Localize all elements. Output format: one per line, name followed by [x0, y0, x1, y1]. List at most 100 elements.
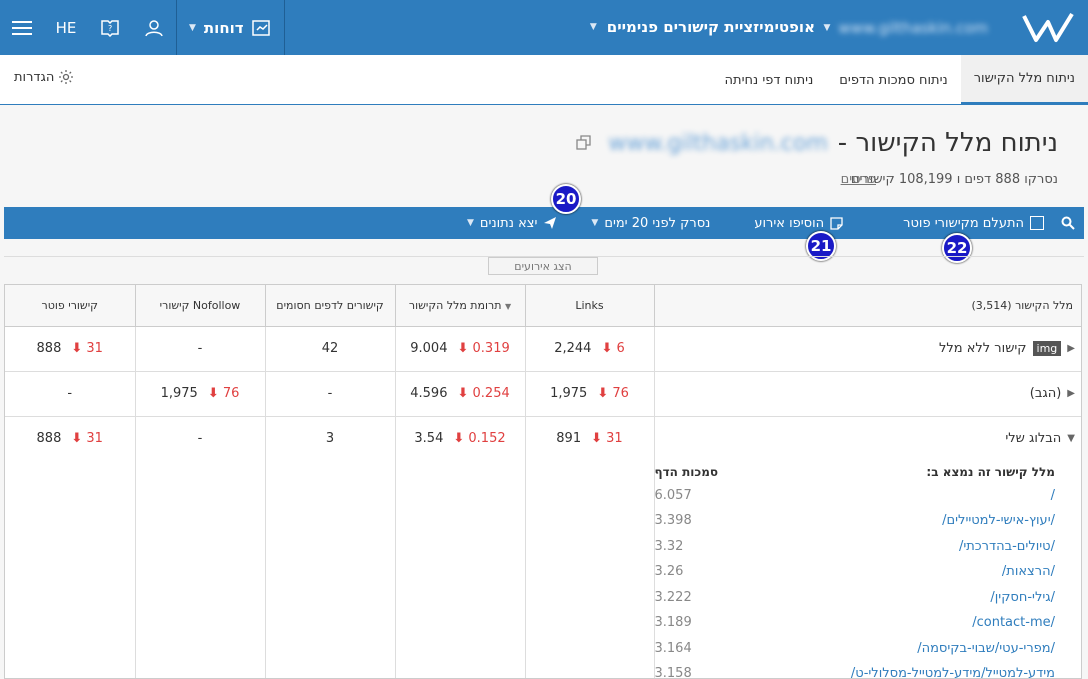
page-link[interactable]: /contact-me/ — [972, 615, 1055, 630]
footer-value: 888 — [36, 431, 62, 446]
tab-anchor-text[interactable]: ניתוח מלל הקישור — [960, 55, 1088, 105]
menu-icon[interactable] — [0, 0, 44, 55]
header-blocked[interactable]: קישורים לדפים חסומים — [265, 285, 396, 327]
links-delta: 31 — [606, 431, 623, 446]
site-name: www.gilthaskin.com — [838, 19, 988, 37]
anchor-name: (הגב) — [1029, 386, 1062, 401]
authority-score: 3.222 — [654, 589, 692, 605]
anchor-text-table: קישורי פוטר קישורי Nofollow קישורים לדפי… — [4, 284, 1082, 679]
page-link[interactable]: / — [1051, 488, 1055, 503]
table-row[interactable]: - 1,975 ⬇ 76 - 4.596 ⬇ 0.254 1,975 ⬇ 76 ▶ (… — [5, 371, 1081, 417]
authority-score: 3.164 — [654, 640, 692, 656]
blocked-value: - — [327, 386, 333, 401]
down-arrow-icon: ⬇ — [453, 431, 465, 446]
language-switch[interactable]: HE — [44, 0, 88, 55]
help-book-icon[interactable]: ? — [88, 0, 132, 55]
user-icon[interactable] — [132, 0, 176, 55]
contribution-delta: 0.152 — [468, 431, 506, 446]
collapse-icon[interactable]: ▼ — [1067, 433, 1075, 444]
links-value: 1,975 — [550, 386, 588, 401]
down-arrow-icon: ⬇ — [601, 341, 613, 356]
authority-score: 3.189 — [654, 615, 692, 631]
tab-page-authority[interactable]: ניתוח סמכות הדפים — [826, 55, 960, 105]
down-arrow-icon: ⬇ — [71, 341, 83, 356]
authority-score: 3.32 — [654, 538, 684, 554]
chevron-down-icon: ▼ — [823, 23, 831, 33]
expand-icon[interactable]: ▶ — [1067, 343, 1075, 354]
details-link[interactable]: פרטים — [841, 172, 876, 187]
contribution-delta: 0.319 — [472, 341, 510, 356]
export-button[interactable]: יצא נתונים ▼ — [457, 216, 567, 231]
table-row[interactable]: 888 ⬇ 31 - 42 9.004 ⬇ 0.319 2,244 ⬇ 6 ▶ img… — [5, 326, 1081, 372]
divider — [283, 0, 285, 55]
tab-landing-pages[interactable]: ניתוח דפי נחיתה — [712, 55, 827, 105]
ignore-footer-toggle[interactable]: התעלם מקישורי פוטר — [893, 216, 1052, 231]
contribution-delta: 0.254 — [472, 386, 510, 401]
send-icon — [544, 217, 557, 229]
checkbox[interactable] — [1030, 216, 1044, 230]
list-item: /מפרי-עטי/שבוי-בקיסמה/3.164 — [654, 636, 1082, 662]
export-label: יצא נתונים — [479, 215, 538, 231]
anchor-name: הבלוג שלי — [1005, 431, 1062, 446]
contribution-value: 3.54 — [414, 431, 444, 446]
badge-22: 22 — [942, 233, 972, 263]
reports-button[interactable]: דוחות ▼ — [177, 0, 284, 55]
chevron-down-icon: ▼ — [189, 22, 196, 33]
tabs: ניתוח מלל הקישור ניתוח סמכות הדפים ניתוח… — [712, 55, 1088, 105]
settings-button[interactable]: הגדרות — [14, 69, 74, 85]
header-nofollow[interactable]: קישורי Nofollow — [135, 285, 266, 327]
site-select[interactable]: www.gilthaskin.com ▼ — [823, 17, 988, 39]
header-contribution[interactable]: תרומת מלל הקישור ▼ — [395, 285, 526, 327]
footer-delta: 31 — [86, 431, 103, 446]
search-icon[interactable] — [1052, 216, 1084, 230]
sub-header-authority: סמכות הדף — [654, 464, 719, 479]
report-select[interactable]: אופטימיזציית קישורים פנימיים ▼ — [590, 18, 815, 36]
nofollow-value: - — [197, 341, 203, 356]
list-item: /מידע-למטייל/מידע-למטייל-מסלולי-ט 3.158 — [655, 661, 1082, 678]
contribution-value: 4.596 — [410, 386, 448, 401]
header-anchor[interactable]: מלל הקישור (3,514) — [654, 285, 1081, 327]
page-link[interactable]: /מפרי-עטי/שבוי-בקיסמה/ — [917, 641, 1055, 656]
down-arrow-icon: ⬇ — [71, 431, 83, 446]
settings-label: הגדרות — [14, 69, 55, 85]
expand-icon[interactable]: ▶ — [1067, 388, 1075, 399]
crawl-date-select[interactable]: נסרק לפני 20 ימים ▼ — [581, 216, 720, 231]
table-row[interactable]: 888 ⬇ 31 - 3 3.54 ⬇ 0.152 891 ⬇ 31 ▼ הבלוג … — [5, 416, 1082, 678]
copy-icon[interactable] — [576, 128, 592, 158]
svg-text:?: ? — [108, 24, 112, 33]
page-link[interactable]: /גילי-חסקין/ — [990, 590, 1055, 605]
list-item: /הרצאות/3.26 — [655, 559, 1082, 585]
footer-delta: 31 — [86, 341, 103, 356]
nofollow-value: - — [197, 431, 203, 446]
gear-icon — [59, 70, 74, 84]
note-icon — [830, 216, 843, 230]
show-events-button[interactable]: הצג אירועים — [488, 257, 598, 275]
down-arrow-icon: ⬇ — [457, 386, 469, 401]
add-event-button[interactable]: הוסיפו אירוע — [744, 216, 853, 231]
ignore-footer-label: התעלם מקישורי פוטר — [903, 215, 1024, 231]
authority-score: 6.057 — [654, 487, 692, 503]
page-title-prefix: ניתוח מלל הקישור - — [837, 128, 1058, 158]
header-links[interactable]: Links — [525, 285, 655, 327]
down-arrow-icon: ⬇ — [207, 386, 219, 401]
footer-value: 888 — [36, 341, 62, 356]
header-footer-links[interactable]: קישורי פוטר — [5, 285, 136, 327]
logo[interactable] — [1002, 0, 1088, 55]
list-item: /טיולים-בהדרכתי/3.32 — [654, 534, 1082, 560]
page-link[interactable]: /מידע-למטייל/מידע-למטייל-מסלולי-ט — [851, 666, 1055, 678]
nofollow-value: 1,975 — [160, 386, 198, 401]
page-title-site: www.gilthaskin.com — [608, 130, 828, 156]
badge-20: 20 — [551, 184, 581, 214]
header-contribution-label: תרומת מלל הקישור — [408, 298, 502, 312]
header-anchor-label: מלל הקישור (3,514) — [971, 298, 1073, 312]
page-link[interactable]: /טיולים-בהדרכתי/ — [959, 539, 1055, 554]
page-link[interactable]: /הרצאות/ — [1002, 564, 1055, 579]
crawled-ago-label: נסרק לפני 20 ימים — [604, 215, 711, 231]
top-bar: HE ? דוחות ▼ אופטימיזציית קישורים פנימיי… — [0, 0, 1088, 55]
down-arrow-icon: ⬇ — [591, 431, 603, 446]
anchor-name: קישור ללא מלל — [938, 341, 1027, 356]
links-value: 891 — [556, 431, 582, 446]
links-delta: 76 — [612, 386, 629, 401]
sub-header-location: מלל קישור זה נמצא ב: — [926, 464, 1055, 479]
page-link[interactable]: /יעוץ-אישי-למטיילים/ — [942, 513, 1055, 528]
